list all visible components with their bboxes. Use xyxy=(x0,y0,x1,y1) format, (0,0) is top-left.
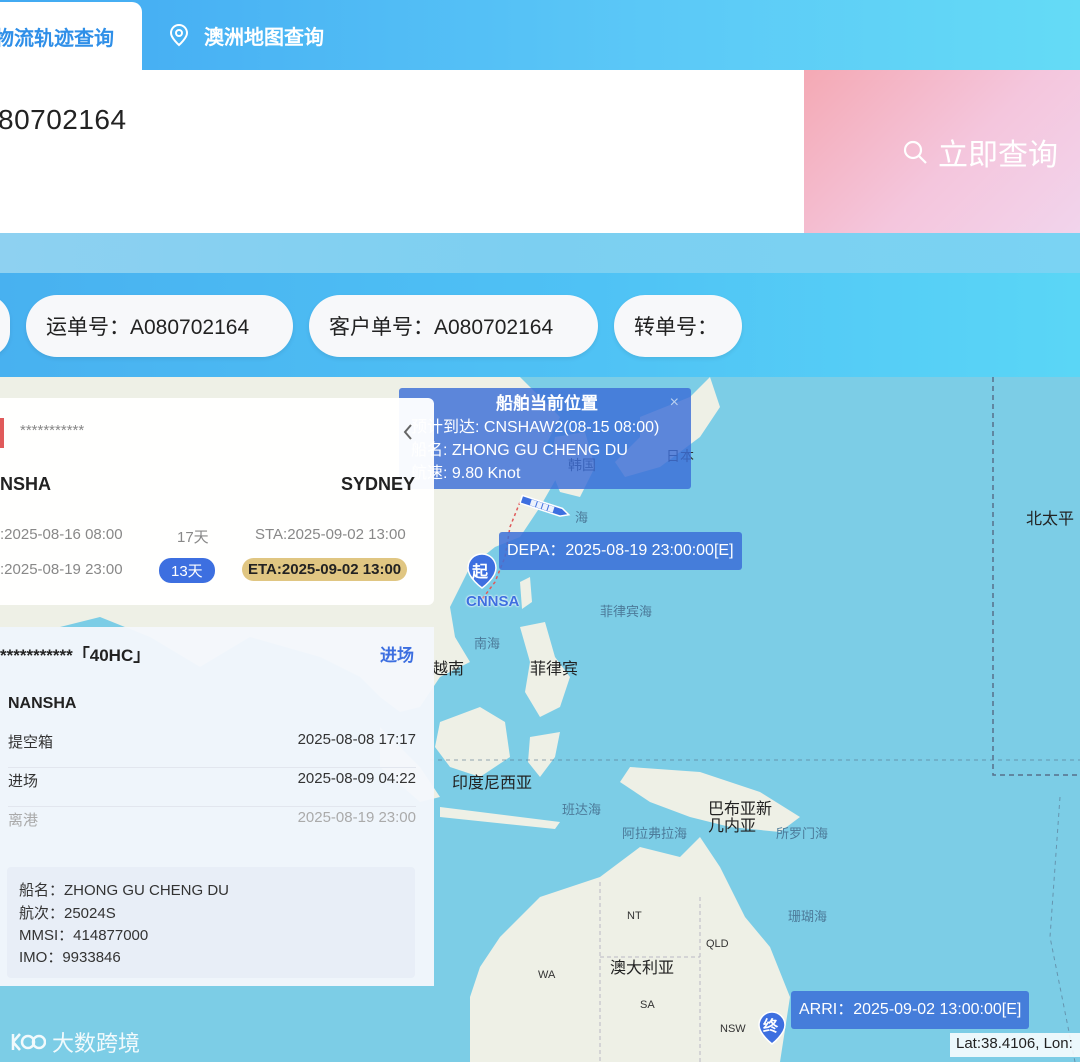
header-band xyxy=(0,233,1080,273)
origin-port-label: CNNSA xyxy=(466,593,520,610)
container-number: ***********「40HC」 xyxy=(0,646,151,665)
route-origin: NSHA xyxy=(0,474,52,494)
event-time: 2025-08-09 04:22 xyxy=(297,770,416,787)
label-australia: 澳大利亚 xyxy=(610,960,675,977)
route-actual-days-badge: 13天 xyxy=(159,558,215,583)
label-solomon-sea: 所罗门海 xyxy=(776,826,829,841)
container-port: NANSHA xyxy=(8,695,77,712)
coordinate-readout: Lat:38.4106, Lon: xyxy=(950,1033,1080,1057)
event-row: 进场 2025-08-09 04:22 xyxy=(8,768,416,807)
close-icon[interactable]: × xyxy=(670,394,679,412)
tab-logistics-tracking-label: 物流轨迹查询 xyxy=(0,27,114,50)
tab-logistics-tracking[interactable]: 物流轨迹查询 xyxy=(0,2,142,70)
ship-icon[interactable] xyxy=(516,493,574,521)
waybill-number-pill: 运单号：A080702164 xyxy=(26,295,293,357)
transfer-number-pill: 转单号： xyxy=(614,295,742,357)
departure-tag: DEPA：2025-08-19 23:00:00[E] xyxy=(499,532,742,570)
transfer-number: 转单号： xyxy=(634,316,718,339)
label-south-china-sea: 南海 xyxy=(474,636,501,651)
label-sa: SA xyxy=(640,999,655,1011)
chevron-left-icon[interactable] xyxy=(401,422,415,442)
search-input-value: 80702164 xyxy=(0,104,127,135)
ship-popup-title: 船舶当前位置 xyxy=(496,394,598,413)
vessel-name: 船名：ZHONG GU CHENG DU xyxy=(19,882,230,899)
label-nsw: NSW xyxy=(720,1023,746,1035)
route-masked-id: *********** xyxy=(20,422,85,439)
watermark-logo: 大数跨境 xyxy=(10,1026,140,1058)
tab-australia-map-label: 澳洲地图查询 xyxy=(204,26,324,49)
ship-position-popup: 船舶当前位置 × 预计到达: CNSHAW2(08-15 08:00) 船名: … xyxy=(399,388,691,489)
label-vietnam: 越南 xyxy=(432,661,465,678)
waybill-number: 运单号：A080702164 xyxy=(46,316,250,339)
event-name: 离港 xyxy=(8,812,39,829)
ship-popup-speed: 航速: 9.80 Knot xyxy=(411,465,521,482)
order-number-bar: 运单号：A080702164 客户单号：A080702164 转单号： xyxy=(0,273,1080,377)
route-std: :2025-08-16 08:00 xyxy=(0,526,123,543)
route-atd: :2025-08-19 23:00 xyxy=(0,561,123,578)
vessel-info-box: 船名：ZHONG GU CHENG DU 航次：25024S MMSI：4148… xyxy=(7,867,415,978)
event-row: 提空箱 2025-08-08 17:17 xyxy=(8,729,416,768)
destination-marker-label: 终 xyxy=(763,1018,779,1035)
tab-bar: 物流轨迹查询 澳洲地图查询 xyxy=(0,0,1080,70)
search-icon xyxy=(903,140,927,164)
vessel-voyage: 航次：25024S xyxy=(19,905,116,922)
label-nt: NT xyxy=(627,910,642,922)
label-indonesia: 印度尼西亚 xyxy=(452,775,533,792)
event-name: 进场 xyxy=(8,773,39,790)
ship-popup-vessel: 船名: ZHONG GU CHENG DU xyxy=(411,442,628,459)
customer-number-pill: 客户单号：A080702164 xyxy=(309,295,598,357)
container-card: ***********「40HC」 进场 NANSHA 提空箱 2025-08-… xyxy=(0,627,434,986)
customer-number: 客户单号：A080702164 xyxy=(329,316,554,339)
container-status[interactable]: 进场 xyxy=(380,641,414,666)
route-eta-badge: ETA:2025-09-02 13:00 xyxy=(242,558,408,581)
event-time: 2025-08-19 23:00 xyxy=(297,809,416,826)
route-sta: STA:2025-09-02 13:00 xyxy=(255,526,406,543)
vessel-imo: IMO：9933846 xyxy=(19,949,121,966)
label-arafura-sea: 阿拉弗拉海 xyxy=(622,826,688,841)
arrival-tag: ARRI：2025-09-02 13:00:00[E] xyxy=(791,991,1030,1029)
vessel-mmsi: MMSI：414877000 xyxy=(19,927,149,944)
route-planned-duration: 17天 xyxy=(177,529,209,546)
label-coral-sea: 珊瑚海 xyxy=(788,909,828,924)
tab-australia-map[interactable]: 澳洲地图查询 xyxy=(168,0,324,70)
label-papua-new-guinea: 巴布亚新几内亚 xyxy=(708,801,773,835)
route-summary-card: *********** NSHA SYDNEY :2025-08-16 08:0… xyxy=(0,398,434,605)
search-input[interactable] xyxy=(0,70,804,233)
label-philippine-sea: 菲律宾海 xyxy=(600,604,653,619)
label-qld: QLD xyxy=(706,938,729,950)
event-time: 2025-08-08 17:17 xyxy=(297,731,416,748)
search-button[interactable]: 立即查询 xyxy=(804,70,1080,233)
location-pin-icon xyxy=(169,23,189,47)
label-north-pacific: 北太平 xyxy=(1026,511,1075,528)
origin-marker-label: 起 xyxy=(472,564,489,581)
route-accent-bar xyxy=(0,418,4,448)
event-row: 离港 2025-08-19 23:00 xyxy=(8,807,416,845)
label-banda-sea: 班达海 xyxy=(562,802,602,817)
label-philippines: 菲律宾 xyxy=(530,661,579,678)
watermark-text: 大数跨境 xyxy=(52,1031,141,1056)
pill-partial xyxy=(0,295,10,357)
label-wa: WA xyxy=(538,969,556,981)
route-destination: SYDNEY xyxy=(341,474,416,494)
label-bohai: 海 xyxy=(575,510,589,525)
event-name: 提空箱 xyxy=(8,734,54,751)
ship-popup-eta: 预计到达: CNSHAW2(08-15 08:00) xyxy=(411,419,660,436)
search-button-label: 立即查询 xyxy=(938,138,1058,172)
brand-logo-icon xyxy=(11,1033,46,1051)
